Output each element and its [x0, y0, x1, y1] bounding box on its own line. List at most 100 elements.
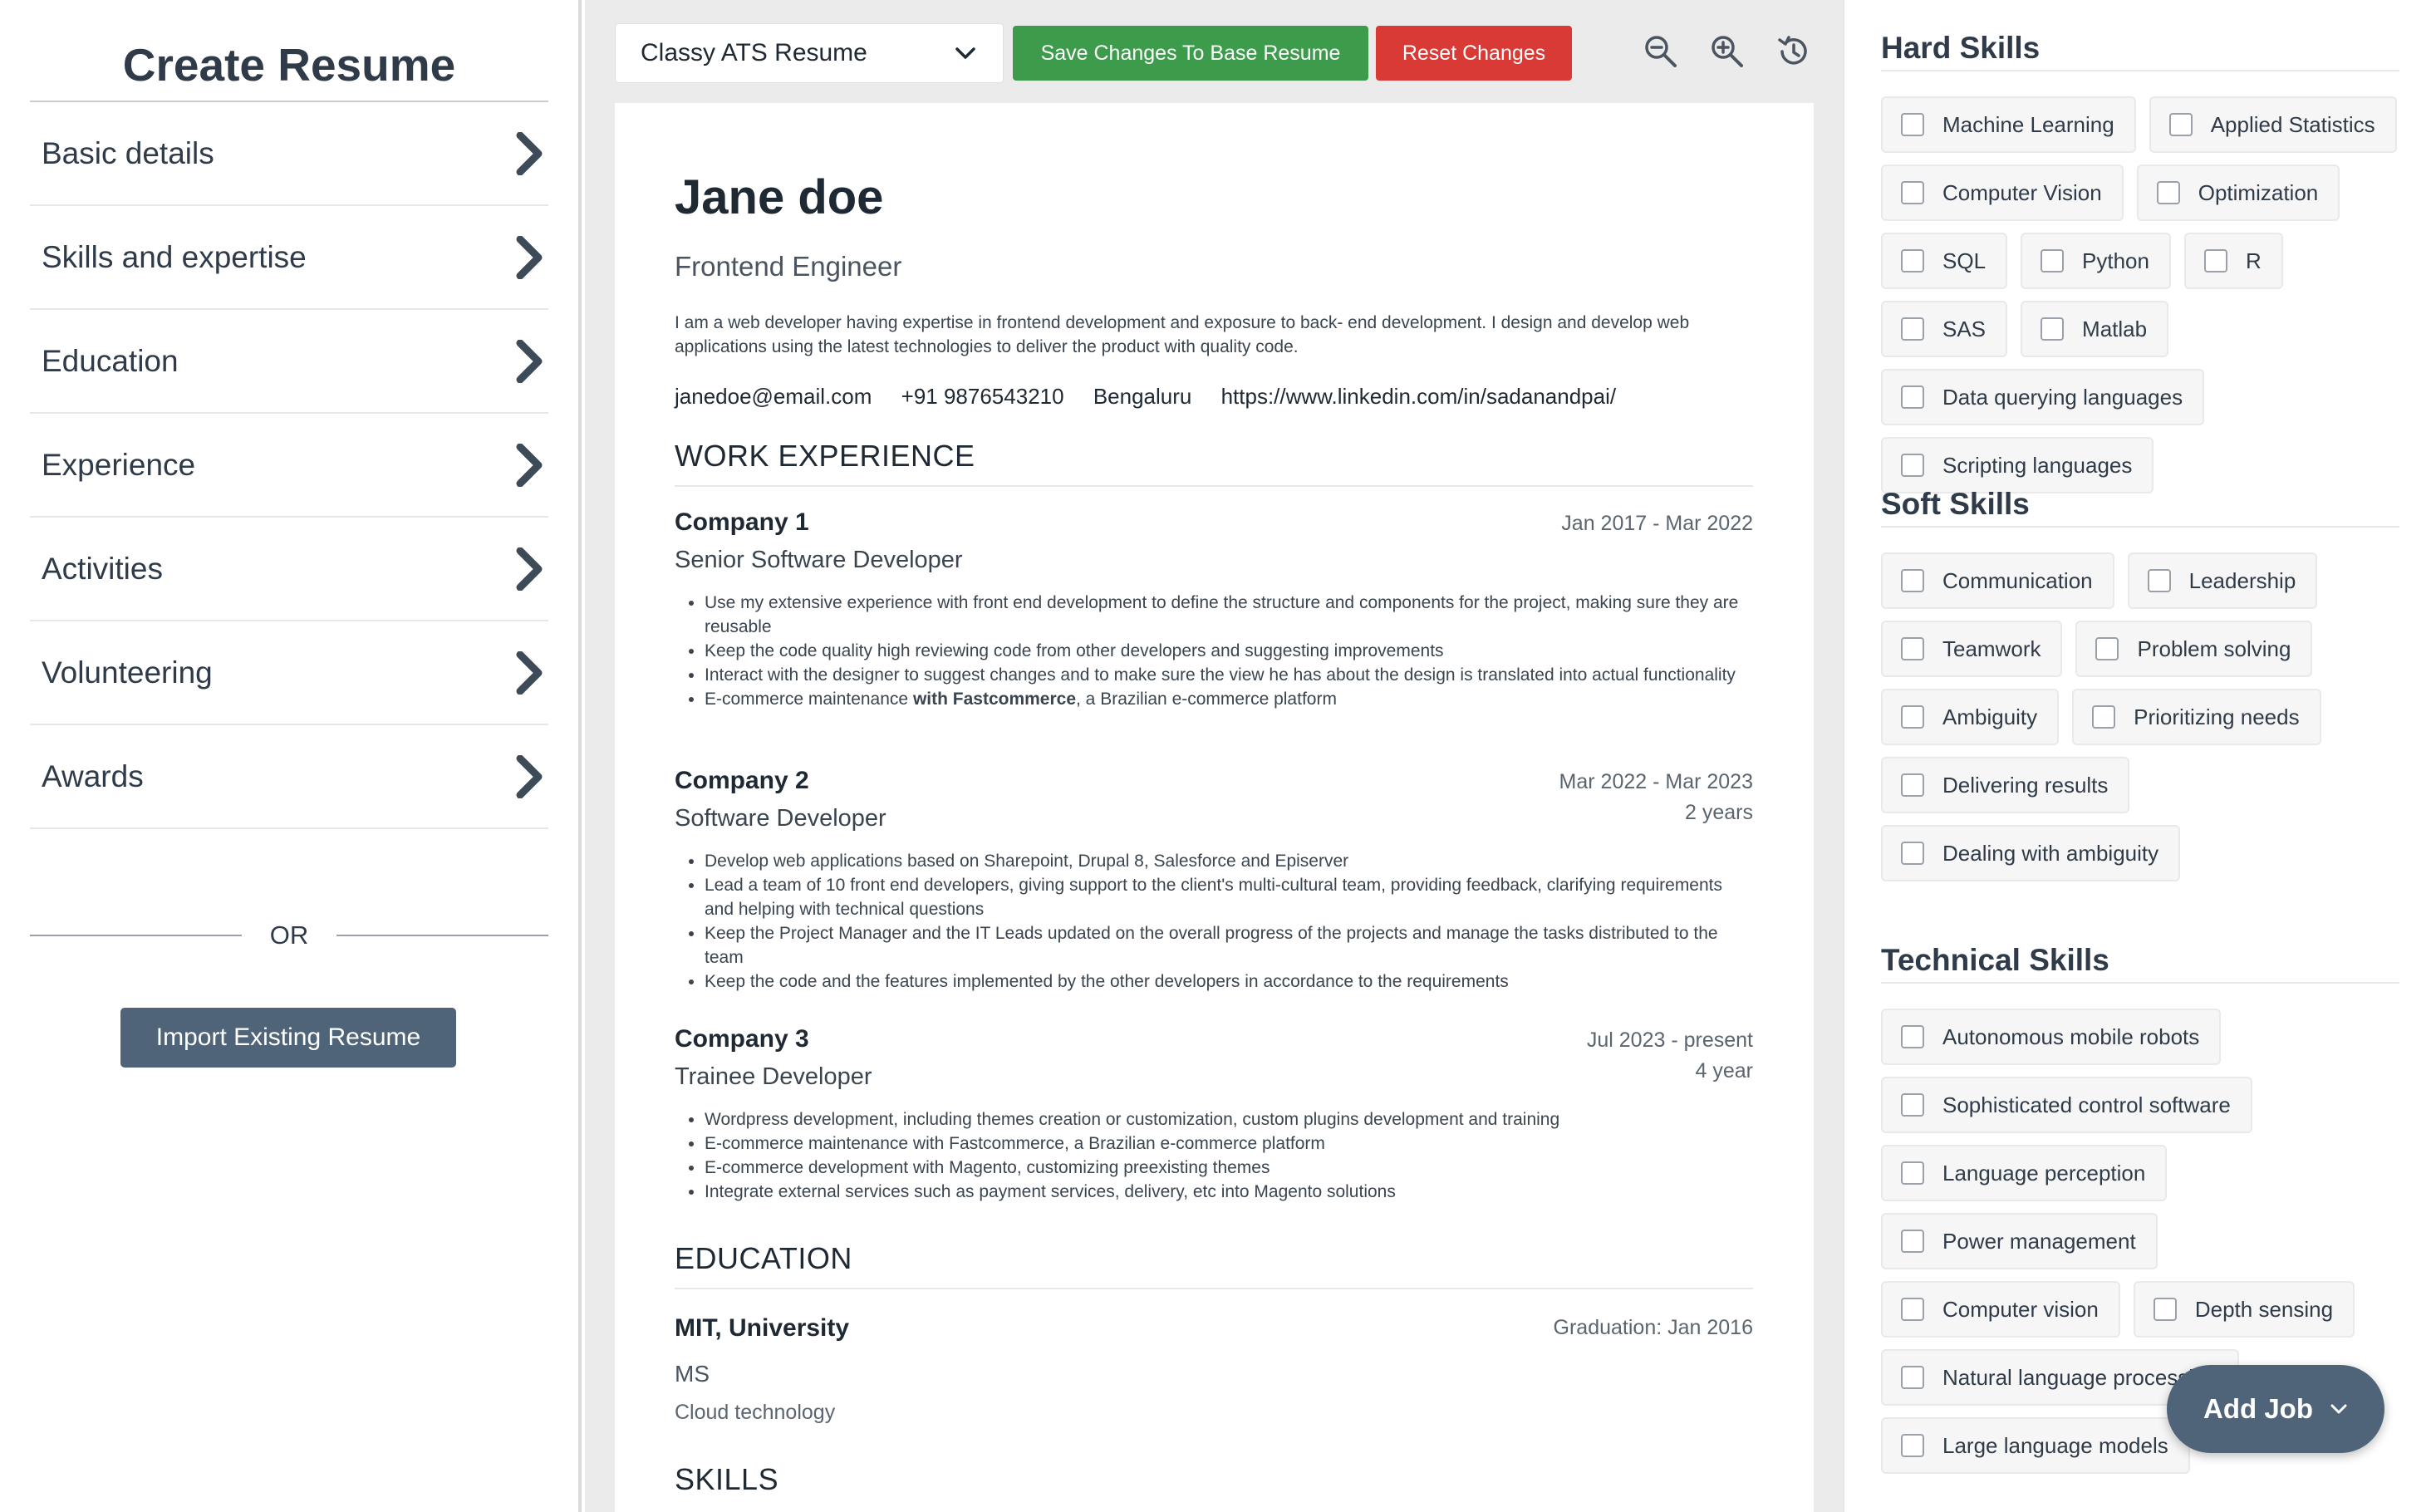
skill-label: SAS — [1942, 316, 1987, 341]
skill-checkbox[interactable] — [1901, 1230, 1924, 1253]
skill-chip[interactable]: Optimization — [2136, 164, 2340, 221]
skill-checkbox[interactable] — [1901, 773, 1924, 797]
skill-label: Data querying languages — [1942, 384, 2183, 410]
skill-label: Communication — [1942, 567, 2093, 593]
job-bullets: Develop web applications based on Sharep… — [675, 849, 1753, 994]
job-entry: Company 2 Software Developer Mar 2022 - … — [675, 767, 1753, 994]
skill-chip[interactable]: Prioritizing needs — [2072, 689, 2321, 745]
skill-checkbox[interactable] — [1901, 1093, 1924, 1117]
skill-chip[interactable]: Matlab — [2021, 301, 2169, 357]
skill-chip[interactable]: Leadership — [2127, 552, 2318, 609]
skill-chip[interactable]: Computer vision — [1881, 1281, 2120, 1338]
skill-checkbox[interactable] — [1901, 1025, 1924, 1048]
skill-label: Optimization — [2198, 179, 2319, 205]
job-bullet: Develop web applications based on Sharep… — [705, 849, 1753, 873]
skill-checkbox[interactable] — [1901, 1161, 1924, 1185]
skill-chip[interactable]: Large language models — [1881, 1417, 2190, 1474]
skill-label: Computer vision — [1942, 1296, 2099, 1322]
skill-checkbox[interactable] — [1901, 637, 1924, 660]
skill-checkbox[interactable] — [1901, 569, 1924, 592]
nav-item-label: Basic details — [42, 135, 214, 170]
preview-toolbar: Classy ATS Resume Save Changes To Base R… — [585, 0, 1843, 103]
education-field: Cloud technology — [675, 1401, 836, 1424]
zoom-out-icon[interactable] — [1643, 33, 1679, 70]
skill-chip[interactable]: Data querying languages — [1881, 369, 2205, 425]
reset-changes-button[interactable]: Reset Changes — [1376, 26, 1572, 81]
skill-chip[interactable]: Python — [2021, 233, 2171, 289]
skill-chip[interactable]: Ambiguity — [1881, 689, 2060, 745]
skill-chip[interactable]: Autonomous mobile robots — [1881, 1009, 2222, 1065]
template-select[interactable]: Classy ATS Resume — [615, 23, 1004, 83]
skill-label: Large language models — [1942, 1432, 2168, 1458]
skill-chip[interactable]: Dealing with ambiguity — [1881, 825, 2181, 881]
nav-item-awards[interactable]: Awards — [30, 725, 548, 829]
skill-checkbox[interactable] — [1901, 454, 1924, 477]
skill-checkbox[interactable] — [1901, 181, 1924, 204]
skill-checkbox[interactable] — [1901, 385, 1924, 409]
skill-checkbox[interactable] — [2147, 569, 2171, 592]
nav-item-volunteering[interactable]: Volunteering — [30, 621, 548, 725]
job-date-range: Jan 2017 - Mar 2022 — [1561, 512, 1753, 535]
skill-checkbox[interactable] — [1901, 249, 1924, 272]
skill-chip[interactable]: Applied Statistics — [2149, 96, 2397, 153]
skill-checkbox[interactable] — [2203, 249, 2227, 272]
nav-item-education[interactable]: Education — [30, 310, 548, 414]
skill-chip[interactable]: Depth sensing — [2133, 1281, 2355, 1338]
skill-label: Computer Vision — [1942, 179, 2102, 205]
nav-item-basic-details[interactable]: Basic details — [30, 102, 548, 206]
chevron-right-icon — [516, 443, 543, 487]
skill-checkbox[interactable] — [2041, 317, 2065, 341]
skill-checkbox[interactable] — [1901, 705, 1924, 729]
skill-checkbox[interactable] — [1901, 1366, 1924, 1389]
nav-item-label: Skills and expertise — [42, 239, 307, 274]
skill-chip[interactable]: Teamwork — [1881, 621, 2063, 677]
bullet-text: E-commerce maintenance — [705, 690, 913, 709]
skill-checkbox[interactable] — [1901, 842, 1924, 865]
skill-checkbox[interactable] — [2153, 1298, 2177, 1321]
chevron-right-icon — [516, 235, 543, 279]
skill-checkbox[interactable] — [2156, 181, 2180, 204]
skill-chip[interactable]: Problem solving — [2075, 621, 2313, 677]
skill-checkbox[interactable] — [2168, 113, 2193, 136]
skill-checkbox[interactable] — [2041, 249, 2065, 272]
skill-checkbox[interactable] — [2092, 705, 2116, 729]
skill-checkbox[interactable] — [1901, 1298, 1924, 1321]
skill-chip[interactable]: Delivering results — [1881, 757, 2130, 813]
skill-chip[interactable]: Communication — [1881, 552, 2114, 609]
education-entry: MIT, University Graduation: Jan 2016 MS … — [675, 1314, 1753, 1425]
skill-chip[interactable]: Sophisticated control software — [1881, 1077, 2252, 1133]
page-title: Create Resume — [122, 39, 456, 91]
education-degree: MS — [675, 1361, 710, 1387]
skill-chip[interactable]: Language perception — [1881, 1145, 2168, 1201]
skill-checkbox[interactable] — [1901, 1434, 1924, 1457]
skill-chip[interactable]: Machine Learning — [1881, 96, 2136, 153]
skill-chip[interactable]: Computer Vision — [1881, 164, 2124, 221]
skill-chip[interactable]: SAS — [1881, 301, 2008, 357]
skill-label: Dealing with ambiguity — [1942, 840, 2159, 866]
skill-checkbox[interactable] — [2095, 637, 2119, 660]
job-bullet: E-commerce maintenance with Fastcommerce… — [705, 687, 1753, 711]
job-bullet: Keep the code quality high reviewing cod… — [705, 639, 1753, 663]
skill-checkbox[interactable] — [1901, 317, 1924, 341]
nav-item-experience[interactable]: Experience — [30, 414, 548, 518]
nav-item-activities[interactable]: Activities — [30, 518, 548, 621]
nav-item-skills[interactable]: Skills and expertise — [30, 206, 548, 310]
job-bullet: Integrate external services such as paym… — [705, 1180, 1753, 1204]
add-job-button[interactable]: Add Job — [2167, 1365, 2384, 1453]
contact-location: Bengaluru — [1093, 384, 1192, 409]
import-resume-button[interactable]: Import Existing Resume — [120, 1008, 456, 1068]
nav-item-label: Education — [42, 343, 179, 378]
skill-label: R — [2245, 248, 2262, 273]
job-bullet: Keep the Project Manager and the IT Lead… — [705, 921, 1753, 970]
save-changes-button[interactable]: Save Changes To Base Resume — [1013, 26, 1368, 81]
skill-chip[interactable]: SQL — [1881, 233, 2008, 289]
skill-chip[interactable]: Power management — [1881, 1213, 2158, 1269]
nav-item-label: Volunteering — [42, 655, 213, 690]
history-icon[interactable] — [1775, 33, 1812, 70]
skill-label: Matlab — [2082, 316, 2148, 341]
zoom-in-icon[interactable] — [1709, 33, 1746, 70]
skills-heading: SKILLS — [675, 1462, 779, 1496]
skill-checkbox[interactable] — [1901, 113, 1924, 136]
skill-chip[interactable]: R — [2183, 233, 2283, 289]
chevron-right-icon — [516, 339, 543, 383]
